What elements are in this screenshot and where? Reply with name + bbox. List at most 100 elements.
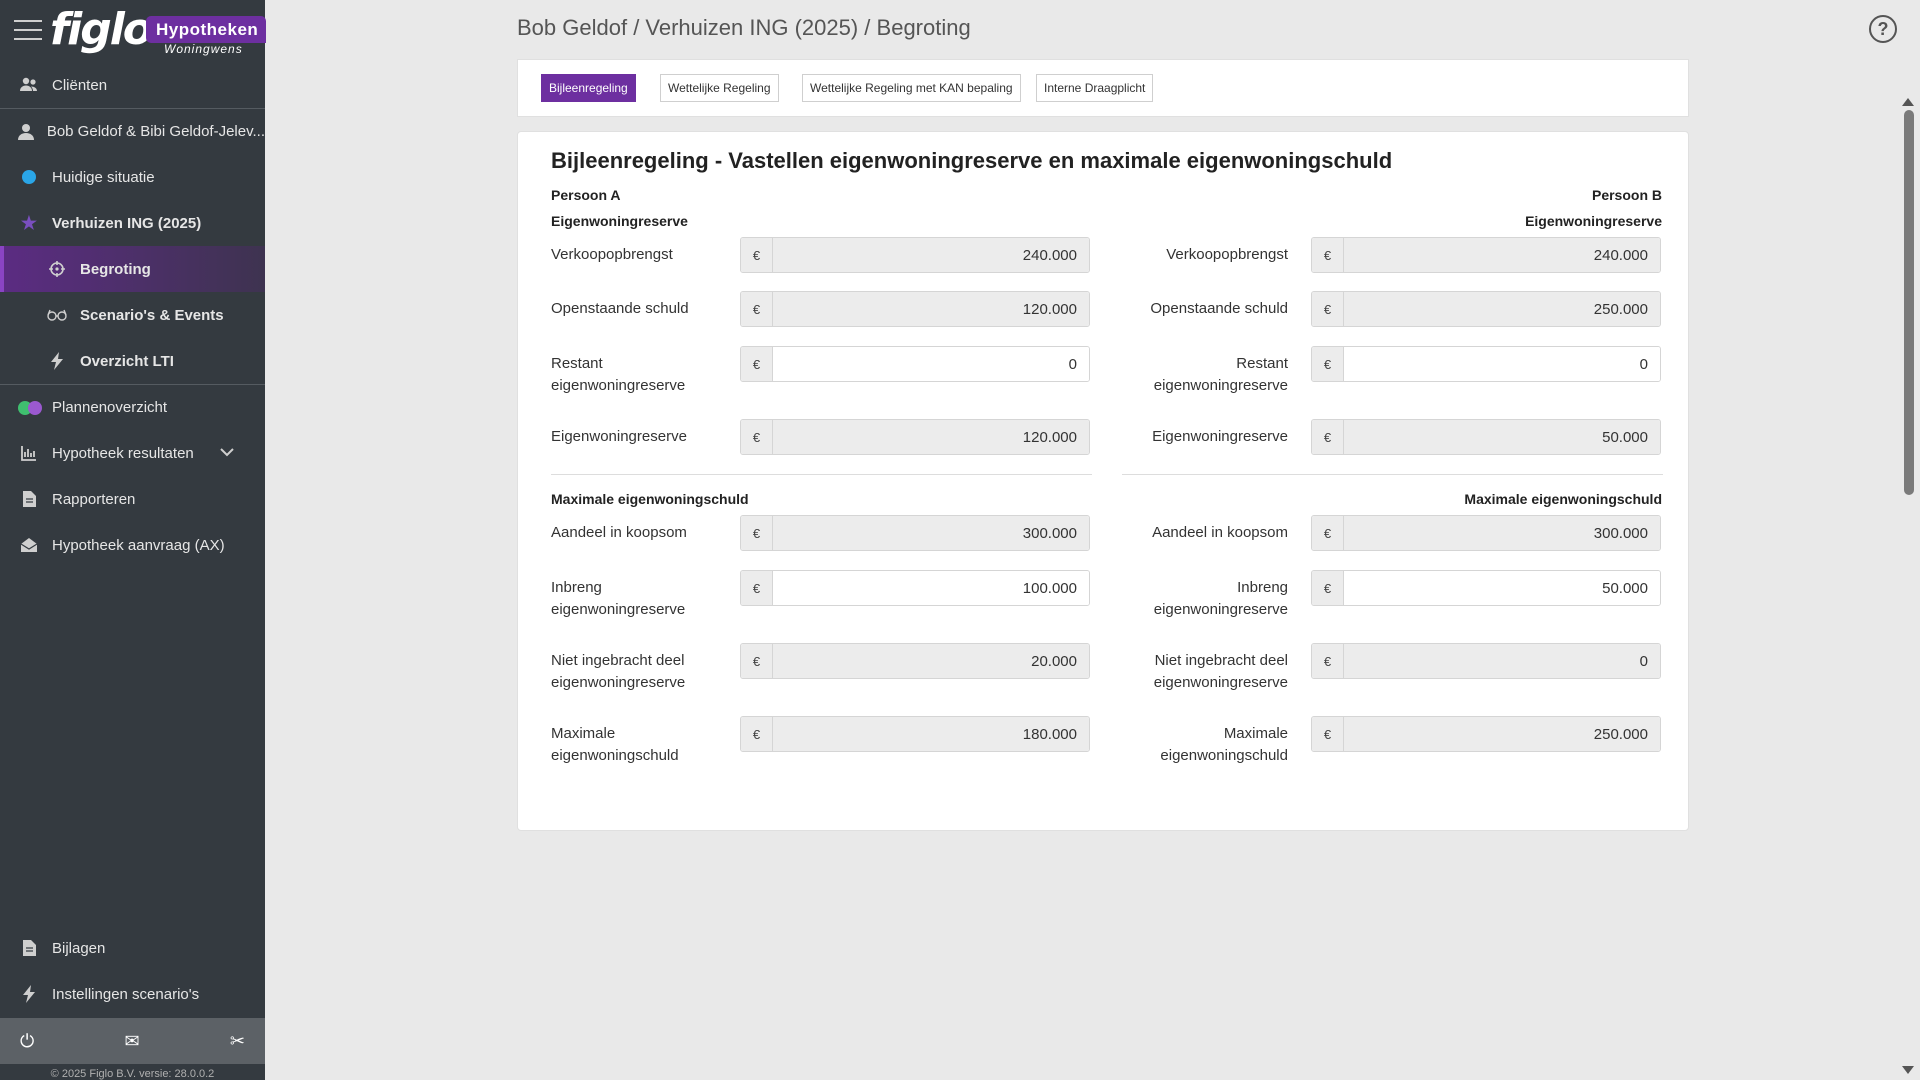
sidebar-item-label: Instellingen scenario's — [52, 985, 200, 1003]
sidebar-item-huidige-situatie[interactable]: Huidige situatie — [0, 154, 265, 200]
label-line: eigenwoningreserve — [1153, 674, 1288, 691]
euro-prefix: € — [1312, 717, 1344, 751]
field-value: 20.000 — [773, 644, 1089, 678]
sidebar-nav: Cliënten Bob Geldof & Bibi Geldof-Jelev.… — [0, 62, 265, 568]
label-line: Maximale — [551, 725, 616, 742]
restant-eigenwoningreserve-input[interactable]: € 0 — [1311, 346, 1661, 382]
persoon-b-column: Persoon B Eigenwoningreserve Verkoopopbr… — [1122, 132, 1664, 832]
sidebar-item-label: Huidige situatie — [52, 168, 155, 186]
users-icon — [18, 74, 40, 96]
sidebar: figlo Hypotheken Woningwens Cliënten Bob… — [0, 0, 267, 1080]
label-line: eigenwoningschuld — [1160, 747, 1288, 764]
sidebar-item-scenarios[interactable]: Scenario's & Events — [0, 292, 265, 338]
inbreng-eigenwoningreserve-input[interactable]: € 50.000 — [1311, 570, 1661, 606]
tab-bijleenregeling[interactable]: Bijleenregeling — [541, 74, 636, 102]
bolt-icon — [46, 350, 68, 372]
tab-wettelijke-regeling-kan[interactable]: Wettelijke Regeling met KAN bepaling — [802, 74, 1021, 102]
restant-label: Restant eigenwoningreserve — [1122, 353, 1288, 397]
hamburger-menu-icon[interactable] — [14, 20, 42, 42]
sidebar-item-rapporteren[interactable]: Rapporteren — [0, 476, 265, 522]
scrollbar-thumb[interactable] — [1904, 110, 1914, 495]
euro-prefix: € — [741, 238, 773, 272]
maximale-label: Maximale eigenwoningschuld — [551, 723, 701, 767]
aandeel-koopsom-label: Aandeel in koopsom — [1152, 524, 1288, 541]
verkoopopbrengst-field: € 240.000 — [740, 237, 1090, 273]
label-line: eigenwoningreserve — [1153, 601, 1288, 618]
sidebar-item-plannenoverzicht[interactable]: Plannenoverzicht — [0, 384, 265, 430]
star-icon: ★ — [20, 212, 38, 233]
persoon-a-heading: Persoon A — [551, 187, 621, 203]
tools-icon[interactable]: ✂ — [230, 1031, 245, 1052]
persoon-a-column: Persoon A Eigenwoningreserve Verkoopopbr… — [551, 132, 1093, 832]
field-value[interactable]: 50.000 — [1344, 571, 1660, 605]
breadcrumb: Bob Geldof / Verhuizen ING (2025) / Begr… — [517, 15, 971, 40]
user-icon — [18, 121, 35, 143]
sidebar-item-label: Rapporteren — [52, 490, 136, 508]
sidebar-item-bijlagen[interactable]: Bijlagen — [0, 925, 265, 971]
bijleenregeling-card: Bijleenregeling - Vastellen eigenwoningr… — [517, 131, 1689, 831]
copyright: © 2025 Figlo B.V. versie: 28.0.0.2 — [50, 1068, 215, 1080]
chevron-down-icon[interactable] — [220, 444, 234, 460]
help-icon[interactable]: ? — [1869, 15, 1897, 43]
euro-prefix: € — [1312, 420, 1344, 454]
divider — [551, 474, 1092, 475]
sidebar-item-label: Scenario's & Events — [80, 306, 224, 324]
crosshair-icon — [46, 258, 68, 280]
label-line: Inbreng — [551, 579, 602, 596]
eigenwoningreserve-field: € 50.000 — [1311, 419, 1661, 455]
field-value: 120.000 — [773, 420, 1089, 454]
eigenwoningreserve-label: Eigenwoningreserve — [551, 428, 687, 445]
niet-ingebracht-label: Niet ingebracht deel eigenwoningreserve — [551, 650, 701, 694]
field-value: 0 — [1344, 644, 1660, 678]
eigenwoningreserve-heading: Eigenwoningreserve — [551, 213, 688, 229]
label-line: Inbreng — [1237, 579, 1288, 596]
label-line: eigenwoningreserve — [551, 377, 686, 394]
document-icon — [18, 937, 40, 959]
restant-eigenwoningreserve-input[interactable]: € 0 — [740, 346, 1090, 382]
sidebar-footer: ⏻ ✉ ✂ — [0, 1018, 265, 1064]
label-line: Restant — [1236, 355, 1288, 372]
sidebar-item-label: Hypotheek aanvraag (AX) — [52, 536, 225, 554]
field-value[interactable]: 0 — [773, 347, 1089, 381]
maximale-eigenwoningschuld-field: € 180.000 — [740, 716, 1090, 752]
sidebar-item-label: Cliënten — [52, 76, 108, 94]
inbreng-label: Inbreng eigenwoningreserve — [551, 577, 701, 621]
sidebar-item-verhuizen-ing[interactable]: ★ Verhuizen ING (2025) — [0, 200, 265, 246]
label-line: Maximale — [1223, 725, 1288, 742]
sidebar-item-hypotheek-resultaten[interactable]: Hypotheek resultaten — [0, 430, 265, 476]
divider — [1122, 474, 1663, 475]
field-value: 250.000 — [1344, 292, 1660, 326]
niet-ingebracht-field: € 0 — [1311, 643, 1661, 679]
euro-prefix: € — [1312, 516, 1344, 550]
sidebar-item-begroting[interactable]: Begroting — [0, 246, 265, 292]
power-icon[interactable]: ⏻ — [20, 1031, 34, 1052]
euro-prefix: € — [741, 292, 773, 326]
euro-prefix: € — [741, 644, 773, 678]
maximale-eigenwoningschuld-field: € 250.000 — [1311, 716, 1661, 752]
mail-icon[interactable]: ✉ — [125, 1031, 140, 1052]
field-value: 240.000 — [1344, 238, 1660, 272]
sidebar-item-overzicht-lti[interactable]: Overzicht LTI — [0, 338, 265, 384]
field-value: 240.000 — [773, 238, 1089, 272]
openstaande-schuld-label: Openstaande schuld — [551, 300, 689, 317]
sidebar-item-clienten[interactable]: Cliënten — [0, 62, 265, 108]
euro-prefix: € — [1312, 238, 1344, 272]
eigenwoningreserve-heading: Eigenwoningreserve — [1525, 213, 1662, 229]
maximale-eigenwoningschuld-heading: Maximale eigenwoningschuld — [551, 491, 749, 507]
scroll-up-arrow-icon[interactable] — [1902, 98, 1914, 106]
sidebar-item-label: Bob Geldof & Bibi Geldof-Jelev... — [46, 123, 265, 140]
inbreng-eigenwoningreserve-input[interactable]: € 100.000 — [740, 570, 1090, 606]
tab-interne-draagplicht[interactable]: Interne Draagplicht — [1036, 74, 1154, 102]
figlo-logo: figlo — [50, 4, 153, 55]
sidebar-item-instellingen[interactable]: Instellingen scenario's — [0, 971, 265, 1017]
field-value[interactable]: 100.000 — [773, 571, 1089, 605]
sidebar-bottom-nav: Bijlagen Instellingen scenario's — [0, 925, 265, 1017]
persoon-b-heading: Persoon B — [1591, 187, 1662, 203]
scroll-down-arrow-icon[interactable] — [1902, 1066, 1914, 1074]
tab-wettelijke-regeling[interactable]: Wettelijke Regeling — [660, 74, 779, 102]
sidebar-item-hypotheek-aanvraag[interactable]: Hypotheek aanvraag (AX) — [0, 522, 265, 568]
aandeel-koopsom-label: Aandeel in koopsom — [551, 524, 687, 541]
field-value[interactable]: 0 — [1344, 347, 1660, 381]
label-line: eigenwoningreserve — [1153, 377, 1288, 394]
sidebar-item-client-name[interactable]: Bob Geldof & Bibi Geldof-Jelev... — [0, 108, 265, 154]
